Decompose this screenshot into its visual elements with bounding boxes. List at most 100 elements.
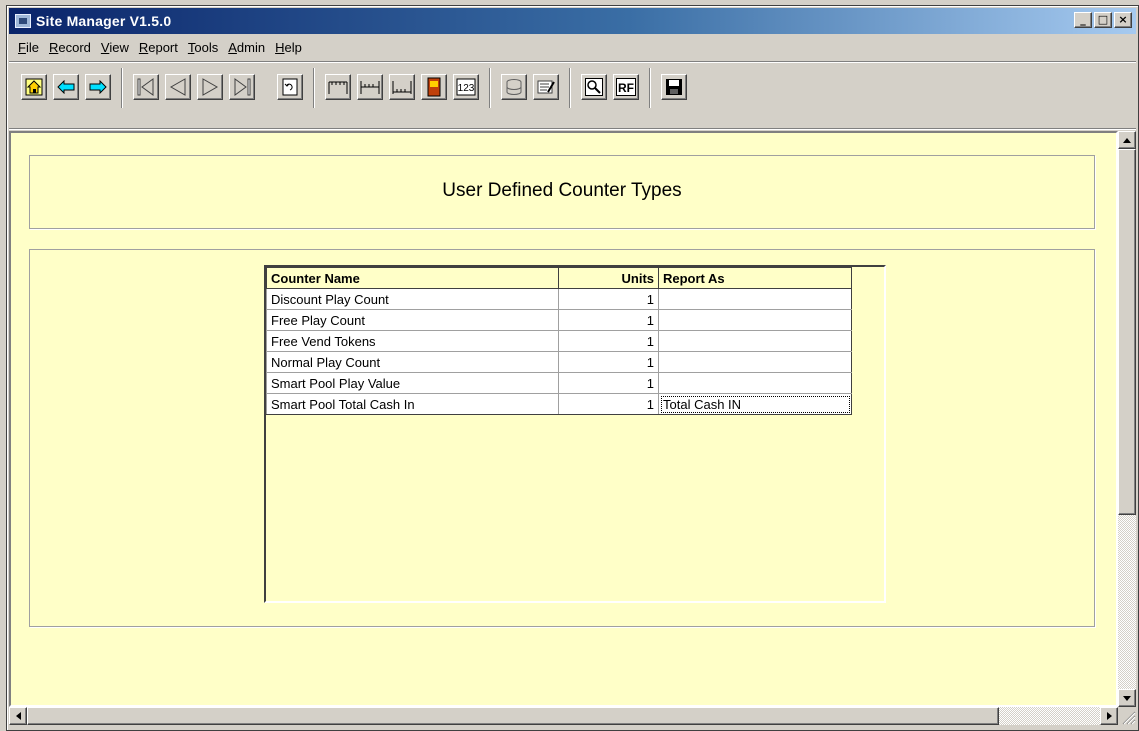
refresh-button[interactable]	[277, 74, 303, 100]
menu-admin-rest: dmin	[236, 39, 266, 55]
menu-admin[interactable]: Admin	[223, 40, 270, 55]
next-record-button[interactable]	[197, 74, 223, 100]
edit-button[interactable]	[533, 74, 559, 100]
report-as-cell[interactable]	[658, 309, 852, 331]
maximize-button[interactable]: □	[1094, 12, 1112, 28]
units-cell[interactable]: 1	[558, 351, 659, 373]
resize-grip-icon	[1122, 711, 1136, 725]
search-button[interactable]	[581, 74, 607, 100]
minimize-button[interactable]: _	[1074, 12, 1092, 28]
scroll-down-button[interactable]	[1118, 689, 1136, 707]
previous-record-icon	[169, 78, 186, 96]
menu-view[interactable]: View	[96, 40, 134, 55]
column-header-report-as[interactable]: Report As	[658, 267, 852, 289]
numeric-icon: 123	[456, 78, 476, 96]
app-window: Site Manager V1.5.0 _ □ × File Record Vi…	[6, 5, 1139, 731]
column-header-units[interactable]: Units	[558, 267, 659, 289]
title-bar[interactable]: Site Manager V1.5.0 _ □ ×	[9, 8, 1136, 34]
arrow-left-icon	[15, 712, 21, 720]
forward-arrow-icon	[89, 80, 107, 94]
save-icon	[666, 79, 682, 95]
app-icon[interactable]	[15, 14, 31, 28]
scroll-right-button[interactable]	[1100, 707, 1118, 725]
device-icon	[427, 77, 441, 97]
counter-name-cell[interactable]: Normal Play Count	[266, 351, 559, 373]
client-area: User Defined Counter Types Counter Name …	[9, 131, 1118, 707]
close-button[interactable]: ×	[1114, 12, 1132, 28]
counter-name-cell[interactable]: Smart Pool Total Cash In	[266, 393, 559, 415]
scroll-left-button[interactable]	[9, 707, 27, 725]
table-row[interactable]: Free Play Count 1	[266, 309, 852, 331]
menu-file[interactable]: File	[13, 40, 44, 55]
table-row[interactable]: Normal Play Count 1	[266, 351, 852, 373]
device-button[interactable]	[421, 74, 447, 100]
table-row[interactable]: Discount Play Count 1	[266, 288, 852, 310]
units-cell[interactable]: 1	[558, 309, 659, 331]
home-button[interactable]	[21, 74, 47, 100]
home-icon	[25, 78, 43, 96]
mid-meter-icon	[360, 81, 380, 94]
toolbar-separator	[121, 68, 123, 108]
top-meter-button[interactable]	[325, 74, 351, 100]
report-as-cell[interactable]	[658, 330, 852, 352]
scroll-up-button[interactable]	[1118, 131, 1136, 149]
previous-record-button[interactable]	[165, 74, 191, 100]
units-cell[interactable]: 1	[558, 288, 659, 310]
toolbar-separator	[489, 68, 491, 108]
back-button[interactable]	[53, 74, 79, 100]
database-button[interactable]	[501, 74, 527, 100]
rf-button[interactable]: RF	[613, 74, 639, 100]
counter-grid[interactable]: Counter Name Units Report As Discount Pl…	[264, 265, 886, 603]
last-record-icon	[234, 78, 251, 96]
report-as-cell[interactable]	[658, 288, 852, 310]
bottom-meter-icon	[392, 81, 412, 94]
arrow-down-icon	[1123, 695, 1131, 701]
report-as-cell-focused[interactable]: Total Cash IN	[658, 393, 852, 415]
menu-report-mnemonic: R	[138, 39, 149, 55]
bottom-meter-button[interactable]	[389, 74, 415, 100]
numeric-label: 123	[458, 83, 475, 94]
counter-table: Counter Name Units Report As Discount Pl…	[266, 267, 852, 415]
table-row[interactable]: Smart Pool Play Value 1	[266, 372, 852, 394]
menu-file-mnemonic: F	[18, 39, 26, 55]
first-record-icon	[137, 78, 154, 96]
horizontal-scrollbar[interactable]	[9, 707, 1118, 725]
toolbar: 123 RF	[9, 61, 1136, 129]
vertical-scroll-thumb[interactable]	[1118, 149, 1136, 515]
counter-name-cell[interactable]: Discount Play Count	[266, 288, 559, 310]
last-record-button[interactable]	[229, 74, 255, 100]
column-header-counter-name[interactable]: Counter Name	[266, 267, 559, 289]
report-as-cell[interactable]	[658, 351, 852, 373]
report-as-cell[interactable]	[658, 372, 852, 394]
menu-view-rest: iew	[109, 39, 129, 55]
first-record-button[interactable]	[133, 74, 159, 100]
units-cell[interactable]: 1	[558, 372, 659, 394]
back-arrow-icon	[57, 80, 75, 94]
table-header-row: Counter Name Units Report As	[266, 267, 852, 289]
arrow-up-icon	[1123, 137, 1131, 143]
table-row[interactable]: Smart Pool Total Cash In 1 Total Cash IN	[266, 393, 852, 415]
save-button[interactable]	[661, 74, 687, 100]
menu-admin-mnemonic: A	[228, 39, 237, 55]
main-panel: Counter Name Units Report As Discount Pl…	[29, 249, 1095, 627]
menu-record[interactable]: Record	[44, 40, 96, 55]
counter-name-cell[interactable]: Free Vend Tokens	[266, 330, 559, 352]
table-row[interactable]: Free Vend Tokens 1	[266, 330, 852, 352]
menu-help[interactable]: Help	[270, 40, 307, 55]
menu-tools[interactable]: Tools	[183, 40, 223, 55]
top-meter-icon	[328, 81, 348, 94]
horizontal-scroll-thumb[interactable]	[27, 707, 999, 725]
numeric-button[interactable]: 123	[453, 74, 479, 100]
units-cell[interactable]: 1	[558, 330, 659, 352]
units-cell[interactable]: 1	[558, 393, 659, 415]
mid-meter-button[interactable]	[357, 74, 383, 100]
menu-report[interactable]: Report	[134, 40, 183, 55]
database-icon	[506, 79, 522, 95]
forward-button[interactable]	[85, 74, 111, 100]
vertical-scrollbar[interactable]	[1118, 131, 1136, 707]
edit-icon	[537, 80, 555, 94]
size-grip[interactable]	[1118, 707, 1136, 725]
counter-name-cell[interactable]: Free Play Count	[266, 309, 559, 331]
counter-name-cell[interactable]: Smart Pool Play Value	[266, 372, 559, 394]
rf-label: RF	[618, 81, 634, 95]
